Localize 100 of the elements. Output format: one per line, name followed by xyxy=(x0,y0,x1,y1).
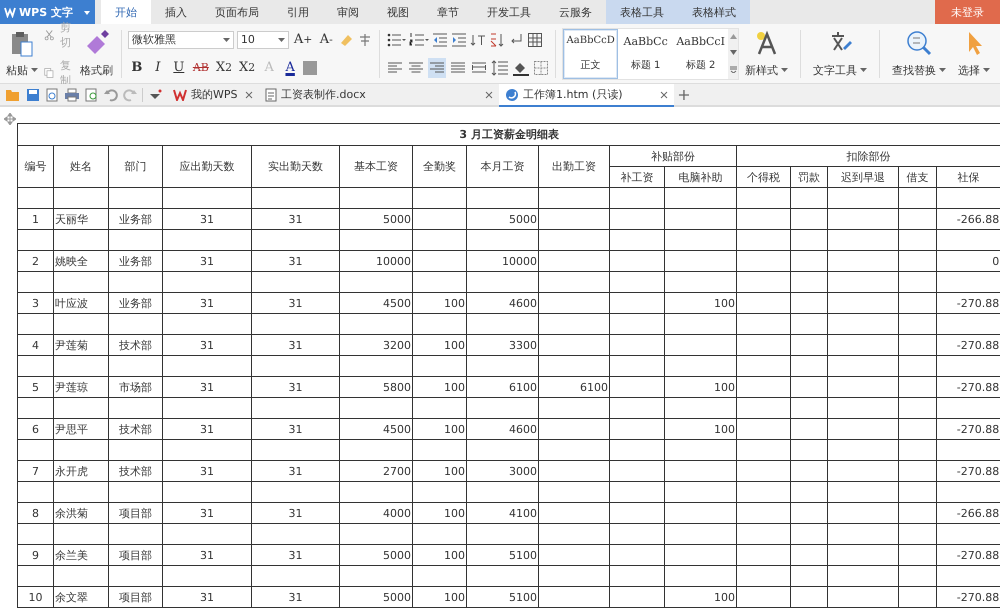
table-cell: 31 xyxy=(252,208,340,230)
print-icon[interactable] xyxy=(64,88,80,102)
ribbon-tab[interactable]: 页面布局 xyxy=(201,0,273,24)
table-cell: 4600 xyxy=(466,418,538,440)
close-icon[interactable] xyxy=(245,90,253,98)
table-cell: 100 xyxy=(664,376,736,398)
document-tab[interactable]: 我的WPS xyxy=(167,84,259,105)
globe-icon xyxy=(505,88,519,102)
w-logo-icon xyxy=(173,88,187,100)
gallery-scrollbar[interactable] xyxy=(728,28,738,78)
find-button[interactable]: 查找替换 xyxy=(890,28,948,80)
caret-icon xyxy=(938,68,946,72)
column-group-header: 补贴部份 xyxy=(610,146,736,166)
ribbon-tab[interactable]: 审阅 xyxy=(323,0,373,24)
table-cell: 31 xyxy=(252,334,340,356)
print-preview-icon[interactable] xyxy=(85,88,99,102)
indent-icon[interactable] xyxy=(451,32,468,48)
table-cell: 6100 xyxy=(538,376,610,398)
table-cell: 5000 xyxy=(340,586,412,608)
table-cell: 5000 xyxy=(466,208,538,230)
caret-icon xyxy=(781,68,788,72)
table-cell: 市场部 xyxy=(108,376,162,398)
format-painter-button[interactable]: 格式刷 xyxy=(78,28,115,80)
table-cell: 100 xyxy=(412,292,466,314)
ribbon-tab[interactable]: 表格样式 xyxy=(678,0,750,24)
table-cell: 31 xyxy=(162,376,252,398)
table-cell: 31 xyxy=(162,586,252,608)
table-cell: 永开虎 xyxy=(54,460,108,482)
table-cell: 余兰美 xyxy=(54,544,108,566)
document-tab[interactable]: 工资表制作.docx xyxy=(259,84,499,105)
align-right-button[interactable] xyxy=(428,58,446,78)
new-style-button[interactable]: 新样式 xyxy=(743,28,790,80)
table-cell: 2 xyxy=(18,250,54,272)
style-preset[interactable]: AaBbCcI 标题 2 xyxy=(673,28,728,78)
text-tools-button[interactable]: 文字工具 xyxy=(811,28,870,80)
scroll-down-icon[interactable] xyxy=(730,50,737,55)
ribbon-tab[interactable]: 开发工具 xyxy=(473,0,545,24)
customize-caret-icon[interactable] xyxy=(148,88,162,102)
column-header: 部门 xyxy=(108,146,162,188)
table-cell: 5100 xyxy=(466,586,538,608)
new-document-icon[interactable] xyxy=(45,88,59,102)
ribbon-tab[interactable]: 云服务 xyxy=(545,0,606,24)
table-cell: 4 xyxy=(18,334,54,356)
table-cell: 余洪菊 xyxy=(54,502,108,524)
bullet-list-icon[interactable] xyxy=(386,32,406,48)
paste-button[interactable]: 粘贴 xyxy=(4,28,40,80)
ribbon-tab[interactable]: 引用 xyxy=(273,0,323,24)
table-icon[interactable] xyxy=(527,32,544,48)
ribbon-tab[interactable]: 表格工具 xyxy=(606,0,678,24)
expand-icon[interactable] xyxy=(730,66,737,73)
close-icon[interactable] xyxy=(660,90,668,98)
table-cell: 技术部 xyxy=(108,418,162,440)
table-cell: 5000 xyxy=(340,208,412,230)
table-cell: 尹思平 xyxy=(54,418,108,440)
new-tab-button[interactable]: + xyxy=(674,84,694,105)
table-cell: 31 xyxy=(162,334,252,356)
underline-button[interactable]: U xyxy=(170,58,188,78)
ribbon-tab[interactable]: 插入 xyxy=(151,0,201,24)
column-header: 实出勤天数 xyxy=(252,146,340,188)
table-cell: 31 xyxy=(252,250,340,272)
style-preset[interactable]: AaBbCcD 正文 xyxy=(563,28,618,78)
scissors-icon xyxy=(44,28,54,42)
italic-button[interactable]: I xyxy=(148,58,167,78)
table-cell: 3300 xyxy=(466,334,538,356)
table-move-handle-icon[interactable] xyxy=(4,113,16,125)
table-cell: 姚映全 xyxy=(54,250,108,272)
document-tab[interactable]: 工作簿1.htm (只读) xyxy=(499,84,674,107)
numbered-list-icon[interactable] xyxy=(409,32,430,48)
table-cell: 4000 xyxy=(340,502,412,524)
font-color-button[interactable]: A xyxy=(281,58,300,78)
font-size-field[interactable]: 10 xyxy=(236,30,289,48)
column-header: 全勤奖 xyxy=(412,146,466,188)
ribbon-tab[interactable]: 视图 xyxy=(373,0,423,24)
column-header: 迟到早退 xyxy=(828,166,898,188)
ribbon-tab[interactable]: 开始 xyxy=(101,0,151,24)
table-cell: 31 xyxy=(252,292,340,314)
char-shading-icon[interactable] xyxy=(302,60,318,76)
table-cell: 31 xyxy=(162,418,252,440)
table-cell: 31 xyxy=(162,250,252,272)
line-spacing-icon[interactable] xyxy=(491,60,510,76)
table-cell: 4100 xyxy=(466,502,538,524)
strikethrough-button[interactable]: AB xyxy=(190,58,211,78)
ribbon-tab[interactable]: 章节 xyxy=(423,0,473,24)
table-cell: 尹莲琼 xyxy=(54,376,108,398)
outdent-icon[interactable] xyxy=(432,32,448,48)
column-header: 电脑补助 xyxy=(664,166,736,188)
select-button[interactable]: 选择 xyxy=(956,28,992,80)
document-icon xyxy=(265,88,277,102)
table-cell: 100 xyxy=(412,502,466,524)
table-cell: 业务部 xyxy=(108,250,162,272)
table-cell: 尹莲菊 xyxy=(54,334,108,356)
table-cell: 31 xyxy=(252,418,340,440)
caret-icon xyxy=(278,38,285,42)
bold-button[interactable]: B xyxy=(128,58,146,78)
close-icon[interactable] xyxy=(485,90,493,98)
table-cell: 7 xyxy=(18,460,54,482)
style-preset[interactable]: AaBbCc 标题 1 xyxy=(618,28,674,78)
sort-icon[interactable] xyxy=(489,32,506,48)
font-family-field[interactable]: 微软雅黑 xyxy=(128,30,234,48)
save-icon[interactable] xyxy=(26,88,40,102)
